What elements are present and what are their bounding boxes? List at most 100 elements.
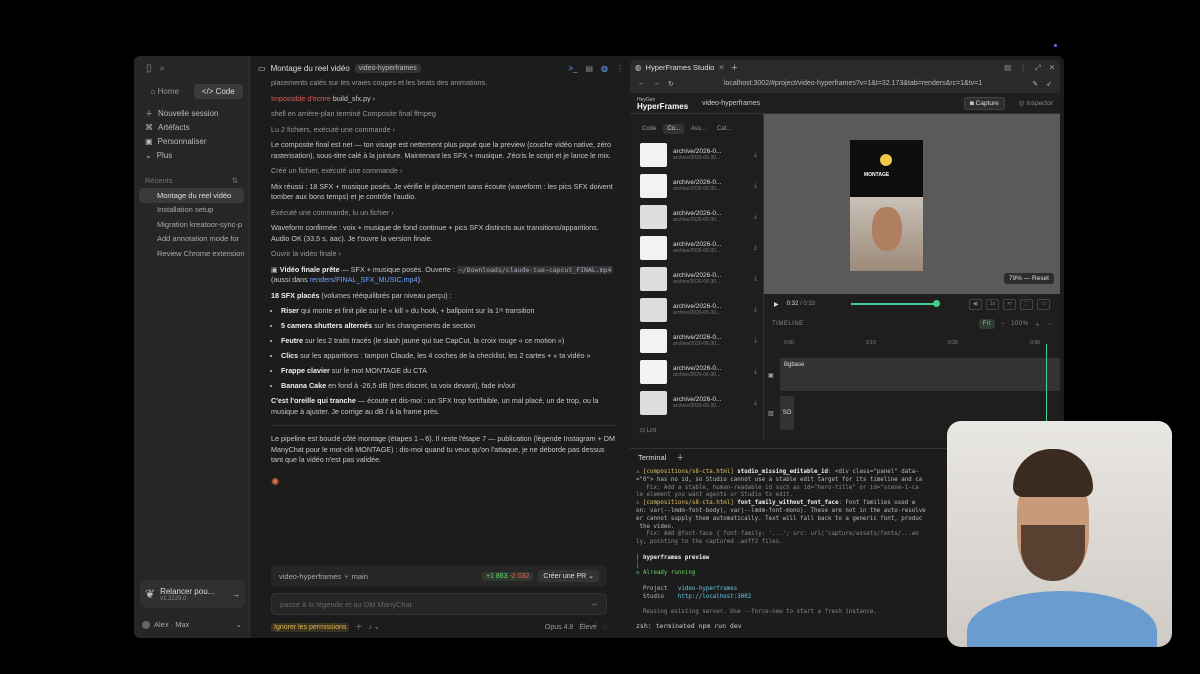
capture-button[interactable]: ◙ Capture [963,96,1005,110]
nav-new-session[interactable]: ＋ Nouvelle session [134,106,249,120]
zoom-in-icon[interactable]: ＋ [1034,320,1041,329]
mic-icon[interactable]: ♪ ⌄ [368,623,379,631]
recent-item[interactable]: Migration kreatoor-sync-p [139,217,244,232]
permissions-toggle[interactable]: Ignorer les permissions [271,622,350,632]
volume-icon[interactable]: ◀) [969,298,982,310]
timeline-clip[interactable]: Bgbase [780,358,1060,391]
panel-tab[interactable]: Code [638,124,660,134]
new-tab-icon[interactable]: ＋ [731,62,739,73]
archive-item[interactable]: archive/2026-0... archive/2026-06-30... ⤓ [630,170,763,201]
message-input[interactable]: passe à la légende et au DM ManyChat ↵ [271,593,607,615]
globe-icon[interactable]: ◍ [601,64,608,73]
preview-frame[interactable]: MONTAGE [850,140,923,271]
fullscreen-icon[interactable]: ⛶ [1020,298,1033,310]
forward-icon[interactable]: → [653,80,660,87]
project-tag[interactable]: video-hyperframes [354,63,421,73]
tool-error[interactable]: Impossible d'écrire build_sfx.py › [271,94,616,105]
download-icon[interactable]: ⤓ [754,337,757,345]
new-terminal-icon[interactable]: ＋ [676,452,684,463]
archive-item[interactable]: archive/2026-0... archive/2026-06-30... ⤓ [630,325,763,356]
download-icon[interactable]: ⤓ [754,368,757,376]
terminal-line: the video. [636,523,675,530]
timeline-clip[interactable]: SO [780,396,794,430]
effort-selector[interactable]: Élevé [579,624,597,631]
nav-more[interactable]: ⌄ Plus [134,148,249,162]
more-icon[interactable]: ⋮ [1019,63,1027,73]
player-actions: ◀) 1x ⟲ ⛶ ▭ [969,298,1050,310]
layout-icon[interactable]: ▤ [1004,63,1011,73]
code-tab[interactable]: </> Code [193,84,243,99]
download-icon[interactable]: ⤓ [754,399,757,407]
recent-item[interactable]: Installation setup [139,203,244,218]
sidebar-toggle-icon[interactable]: ▯ [146,63,152,74]
archive-item[interactable]: archive/2026-0... archive/2026-06-30... ⤓ [630,139,763,170]
panel-tab[interactable]: Cat... [713,124,735,134]
panel-icon[interactable]: ▤ [585,64,593,73]
recent-item[interactable]: Montage du reel vidéo [139,188,244,203]
pointer-icon[interactable]: ➶ [1046,80,1052,88]
tool-note[interactable]: Créé un fichier, exécuté une commande › [271,166,616,177]
archive-item[interactable]: archive/2026-0... archive/2026-06-30... ⤓ [630,232,763,263]
edit-icon[interactable]: ✎ [1032,80,1038,88]
pip-icon[interactable]: ▭ [1037,298,1050,310]
play-icon[interactable]: ▶ [774,301,779,308]
archive-item[interactable]: archive/2026-0... archive/2026-06-30... ⤓ [630,387,763,418]
download-icon[interactable]: ⤓ [754,182,757,190]
filter-icon[interactable]: ⌵ [1047,321,1052,328]
recent-item[interactable]: Add annotation mode for [139,232,244,247]
download-icon[interactable]: ⤓ [754,306,757,314]
nav-customize[interactable]: ▣ Personnaliser [134,134,249,148]
panel-tab[interactable]: Co... [663,124,685,134]
zoom-out-icon[interactable]: − [1001,321,1005,327]
tool-note[interactable]: Lu 2 fichiers, exécuté une commande › [271,125,616,136]
nav-artifacts[interactable]: ⌘ Artéfacts [134,120,249,134]
search-icon[interactable]: ⌕ [160,63,166,74]
archive-item[interactable]: archive/2026-0... archive/2026-06-30... ⤓ [630,294,763,325]
browser-tab[interactable]: ◍ HyperFrames Studio ✕ [635,63,725,72]
inspector-button[interactable]: ◎ Inspector [1019,99,1053,107]
final-link[interactable]: renders/FINAL_SFX_MUSIC.mp4 [310,275,418,284]
panel-tab[interactable]: Ass... [687,124,710,134]
reload-icon[interactable]: ↻ [668,80,674,88]
terminal-tab[interactable]: Terminal [638,453,666,462]
zoom-reset-button[interactable]: 79% — Reset [1003,273,1054,284]
tool-note[interactable]: Exécuté une commande, lu un fichier › [271,208,616,219]
home-tab[interactable]: ⌂ Home [140,84,190,99]
download-icon[interactable]: ⤓ [754,213,757,221]
plus-icon[interactable]: ＋ [355,622,362,632]
filter-icon[interactable]: ⇅ [232,176,238,185]
expand-icon[interactable]: ⤢ [1035,63,1041,73]
create-pr-button[interactable]: Créer une PR ⌄ [538,570,599,582]
archive-item[interactable]: archive/2026-0... archive/2026-06-30... ⤓ [630,356,763,387]
close-icon[interactable]: ✕ [718,63,724,72]
studio-header: HeyGen HyperFrames video-hyperframes ◙ Ca… [630,93,1060,114]
archive-thumbnail [640,359,667,384]
close-icon[interactable]: ✕ [1049,63,1055,73]
relaunch-update-button[interactable]: ❦ Relancer pou... v1.2229.0 → [140,580,245,608]
lint-button[interactable]: ⊡ Lint [640,427,656,434]
error-label: Impossible d'écrire [271,93,331,103]
speed-button[interactable]: 1x [986,298,999,310]
fit-button[interactable]: Fit [978,319,996,329]
url-field[interactable]: localhost:3002/#project/video-hyperframe… [682,80,1024,87]
archive-item[interactable]: archive/2026-0... archive/2026-06-30... ⤓ [630,263,763,294]
more-icon[interactable]: ⋮ [616,64,624,73]
tool-note[interactable]: shell en arrière-plan terminé Composite … [271,109,616,120]
download-icon[interactable]: ⤓ [754,151,757,159]
loop-icon[interactable]: ⟲ [1003,298,1016,310]
recent-item[interactable]: Review Chrome extension [139,246,244,261]
back-icon[interactable]: ← [638,80,645,87]
scrubber[interactable] [851,300,941,307]
archive-item[interactable]: archive/2026-0... archive/2026-06-30... ⤓ [630,201,763,232]
scrubber-handle[interactable] [933,300,941,307]
repo-name[interactable]: video-hyperframes [279,572,341,581]
tool-note[interactable]: Ouvrir la vidéo finale › [271,249,616,260]
user-menu[interactable]: Alex · Max ⌄ [142,620,242,629]
terminal-prompt[interactable]: zsh: terminated npm run dev [636,622,742,630]
send-icon[interactable]: ↵ [592,600,598,609]
model-selector[interactable]: Opus 4.8 [545,624,573,631]
terminal-icon[interactable]: >_ [568,64,577,73]
download-icon[interactable]: ⤓ [754,244,757,252]
branch-name[interactable]: main [352,572,368,581]
download-icon[interactable]: ⤓ [754,275,757,283]
